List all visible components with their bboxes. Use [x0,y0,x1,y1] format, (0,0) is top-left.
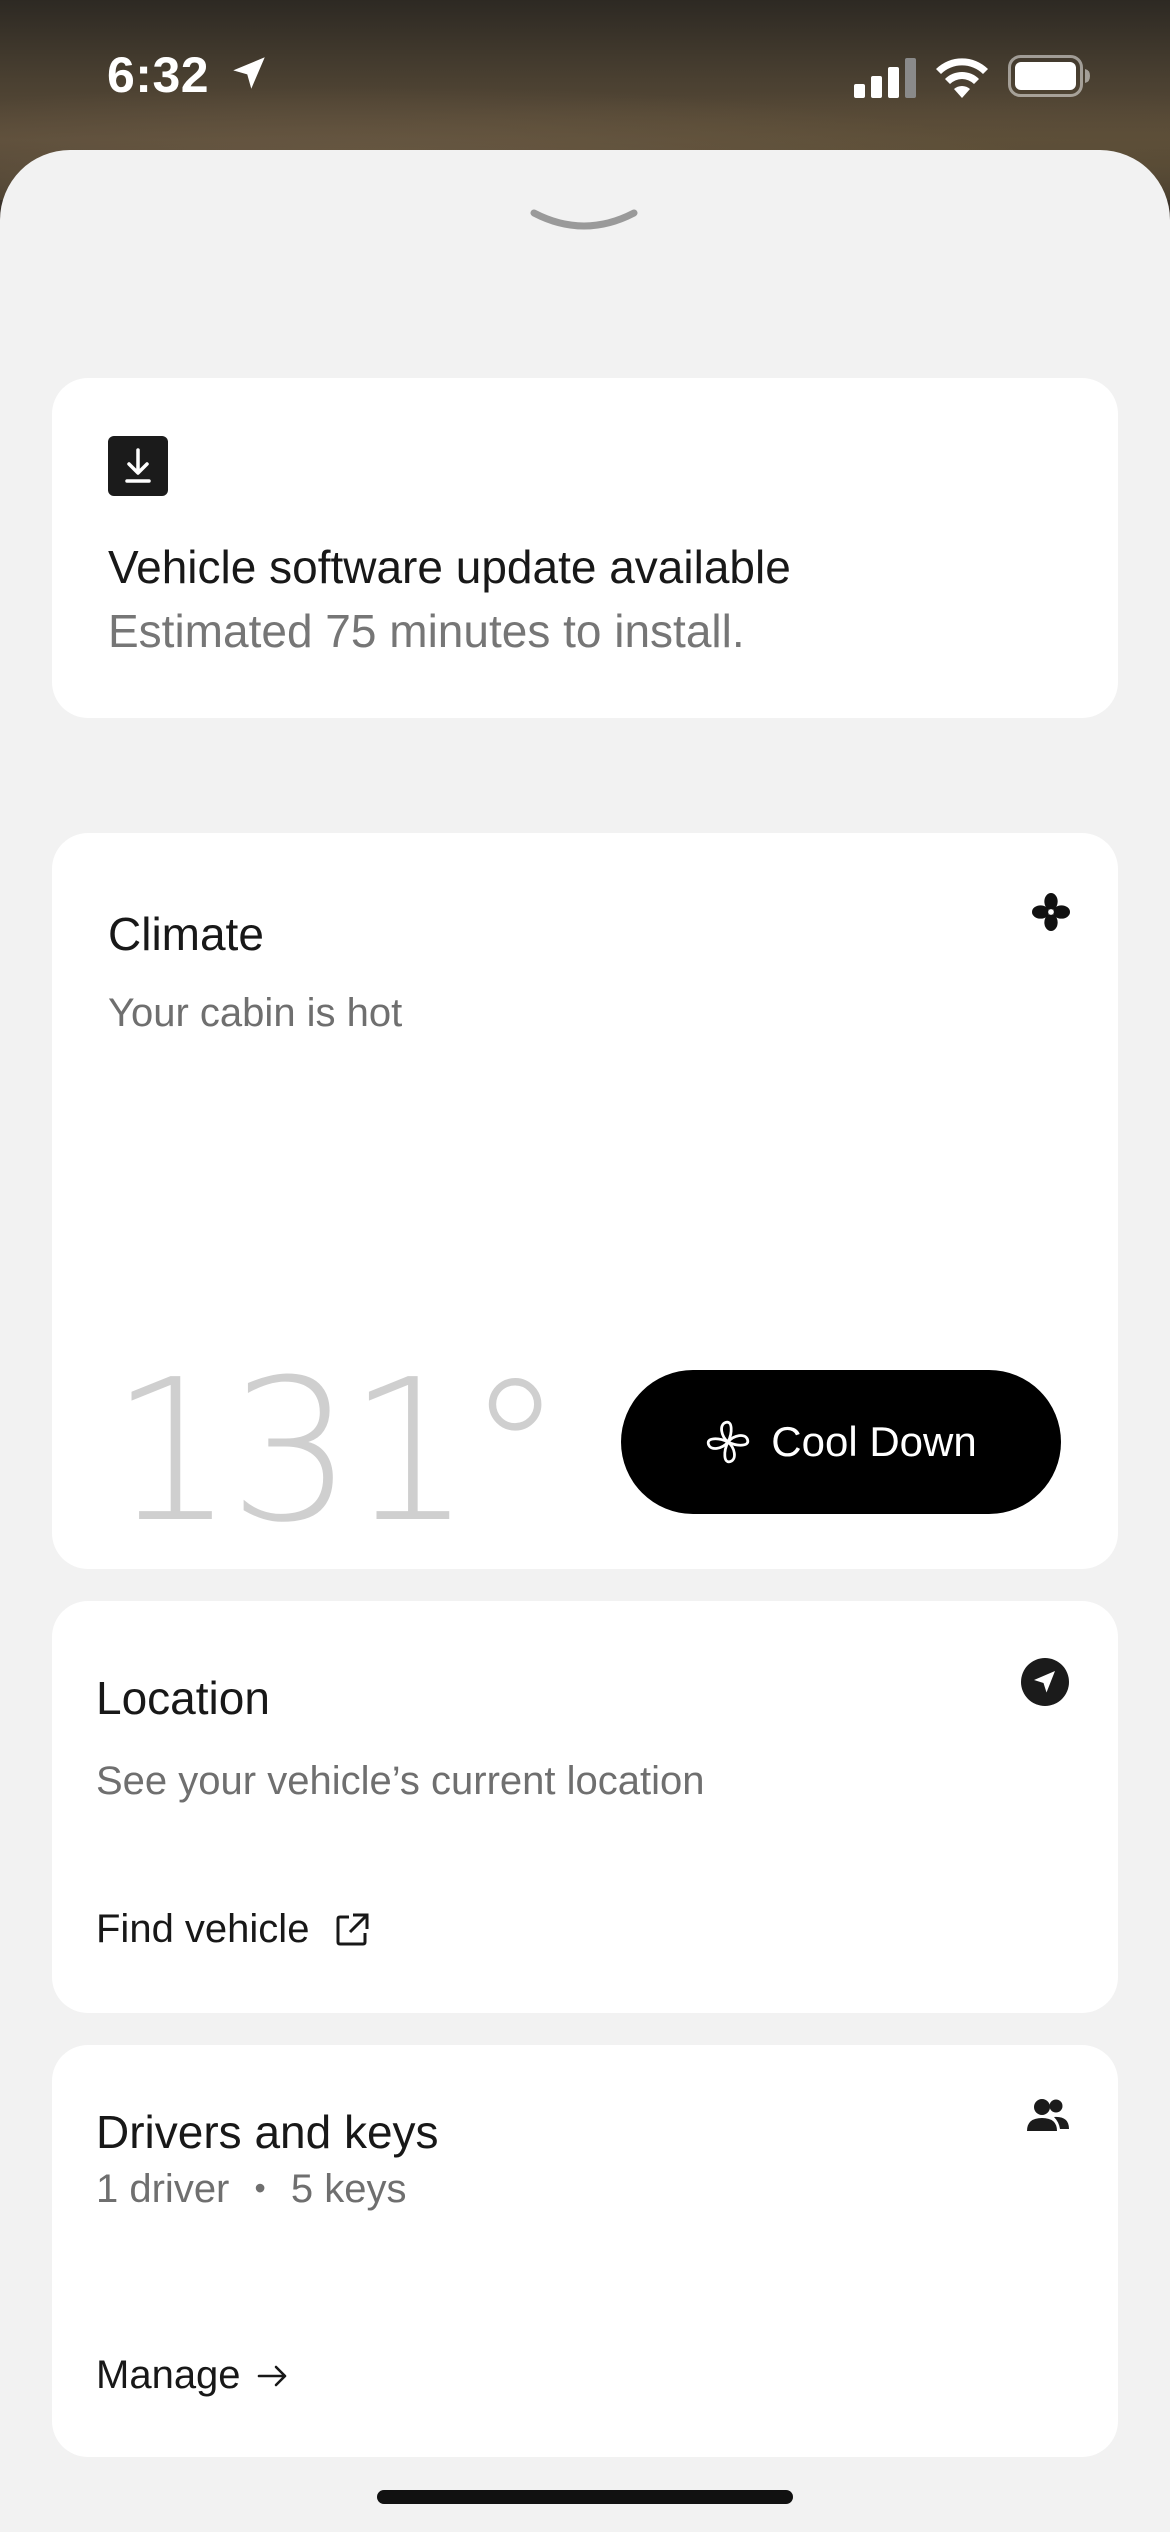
location-arrow-icon [233,57,265,89]
location-card[interactable]: Location See your vehicle’s current loca… [52,1601,1118,2013]
drivers-keys-card[interactable]: Drivers and keys 1 driver • 5 keys Manag… [52,2045,1118,2457]
status-bar: 6:32 [0,0,1170,150]
fan-icon [1032,893,1070,931]
software-update-card[interactable]: Vehicle software update available Estima… [52,378,1118,718]
separator-dot: • [254,2170,266,2206]
fan-outline-icon [707,1420,750,1464]
drivers-count: 1 driver [96,2167,230,2211]
climate-subtitle: Your cabin is hot [108,991,403,1035]
drivers-summary: 1 driver • 5 keys [96,2167,406,2212]
manage-label: Manage [96,2353,241,2397]
location-subtitle: See your vehicle’s current location [96,1759,705,1803]
location-title: Location [96,1672,270,1724]
update-title: Vehicle software update available [108,541,791,593]
climate-card[interactable]: Climate Your cabin is hot 131° Cool Down [52,833,1118,1569]
navigation-icon [1021,1658,1069,1706]
update-subtitle: Estimated 75 minutes to install. [108,605,745,657]
external-link-icon [336,1913,369,1945]
cabin-temperature: 131° [110,1338,564,1566]
find-vehicle-label: Find vehicle [96,1907,310,1951]
climate-title: Climate [108,908,264,960]
cool-down-button[interactable]: Cool Down [621,1370,1061,1514]
drivers-title: Drivers and keys [96,2106,439,2158]
home-indicator[interactable] [377,2490,793,2504]
find-vehicle-link[interactable]: Find vehicle [96,1907,371,1952]
cellular-signal-icon [854,58,916,98]
people-icon [1027,2099,1069,2131]
cool-down-label: Cool Down [771,1418,977,1465]
wifi-icon [936,58,988,98]
arrow-right-icon [257,2365,286,2386]
manage-link[interactable]: Manage [96,2353,289,2398]
status-time: 6:32 [107,47,210,103]
keys-count: 5 keys [290,2167,407,2211]
download-icon [108,436,168,496]
battery-icon [1008,55,1090,97]
sheet-collapse-chevron-icon[interactable] [529,205,639,241]
